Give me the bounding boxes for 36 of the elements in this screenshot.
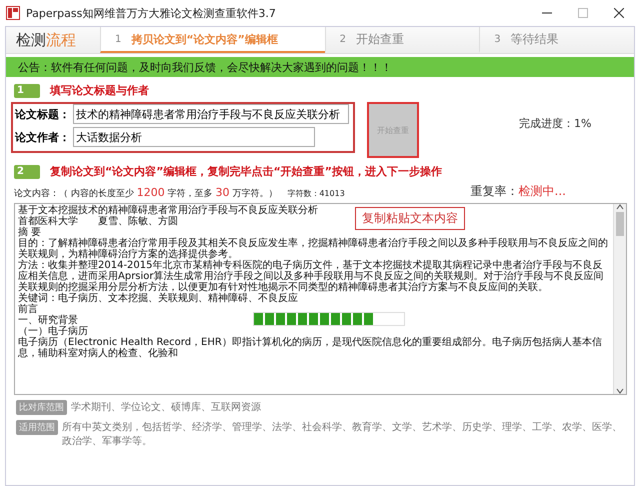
repeat-rate-label: 重复率：检测中... [470, 183, 566, 200]
text-line: 关键词：电子病历、文本挖掘、关联规则、精神障碍、不良反应 [18, 293, 298, 304]
maximize-icon [578, 8, 588, 18]
step-badge: 2 [14, 164, 40, 178]
range-text: 学术期刊、学位论文、硕博库、互联网资源 [71, 400, 261, 414]
text-line: 目的：了解精神障碍患者治疗常用手段及其相关不良反应发生率，挖掘精神障碍患者治疗手段之间以及多种手段联用与不良反应之间的关联规则，为精神障碍治疗方案的选择提供参考。 [18, 238, 609, 260]
field-label: 论文作者： [15, 130, 71, 144]
scrollbar-thumb[interactable] [616, 212, 624, 236]
progress-label: 完成进度：1% [519, 116, 592, 131]
app-logo-icon [6, 6, 20, 20]
text-line: 首都医科大学 夏雪、陈敏、方圆 [18, 216, 178, 227]
text-line: 电子病历（Electronic Health Record，EHR）即指计算机化的病历，是现代医院信息化的重要组成部分。电子病历包括病人基本信息，辅助科室对病人的检查、化验和 [18, 337, 603, 359]
text-line: （一）电子病历 [18, 326, 88, 337]
range-tag: 适用范围 [16, 420, 58, 435]
text-line: 一、研究背景 [18, 315, 78, 326]
scroll-down-icon[interactable] [616, 388, 624, 394]
scroll-up-icon[interactable] [616, 204, 624, 210]
process-title: 检测流程 [15, 30, 77, 50]
text-line: 基于文本挖掘技术的精神障碍患者常用治疗手段与不良反应关联分析 [18, 205, 318, 216]
text-line: 摘 要 [18, 227, 42, 238]
window-title: Paperpass知网维普万方大雅论文检测查重软件3.7 [26, 6, 277, 20]
paste-hint: 复制粘贴文本内容 [355, 207, 465, 230]
close-icon [614, 8, 624, 18]
text-line: 方法：收集并整理2014-2015年北京市某精神专科医院的电子病历文件，基于文本挖掘技术提取其病程记录中患者治疗手段与不良反应相关信息，进而采用Aprsior算法生成常用治疗手段之间以及多种手段联用与不良反应之间的关联规则。对于治疗手段与不良反应间关联规则的挖掘采用分层分析方法，以便更加有针对性地揭示不同类型的精神障碍患者其治疗方案与不良反应间的关联。 [18, 260, 605, 293]
field-label: 论文标题： [15, 106, 71, 122]
section-title: 复制论文到“论文内容”编辑框，复制完毕点击“开始查重”按钮，进入下一步操作 [50, 164, 442, 179]
text-line: 前言 [18, 304, 38, 315]
content-editor[interactable] [14, 203, 627, 395]
section-title: 填写论文标题与作者 [50, 83, 149, 98]
range-text: 所有中英文类别，包括哲学、经济学、管理学、法学、社会科学、教育学、文学、艺术学、历史学、理学、工学、农学、医学、政治学、军事学等。 [62, 420, 623, 448]
notice-bar: 公告：软件有任何问题，及时向我们反馈，会尽快解决大家遇到的问题！！！ [6, 57, 634, 77]
range-tag: 比对库范围 [16, 400, 67, 415]
author-field[interactable]: 大话数据分析 [73, 127, 315, 147]
step-badge: 1 [14, 84, 40, 98]
content-length-note: 论文内容：（ 内容的长度至少 1200 字符，至多 30 万字符。） 字符数：41013 [14, 186, 345, 200]
title-field[interactable]: 技术的精神障碍患者常用治疗手段与不良反应关联分析 [73, 104, 349, 124]
